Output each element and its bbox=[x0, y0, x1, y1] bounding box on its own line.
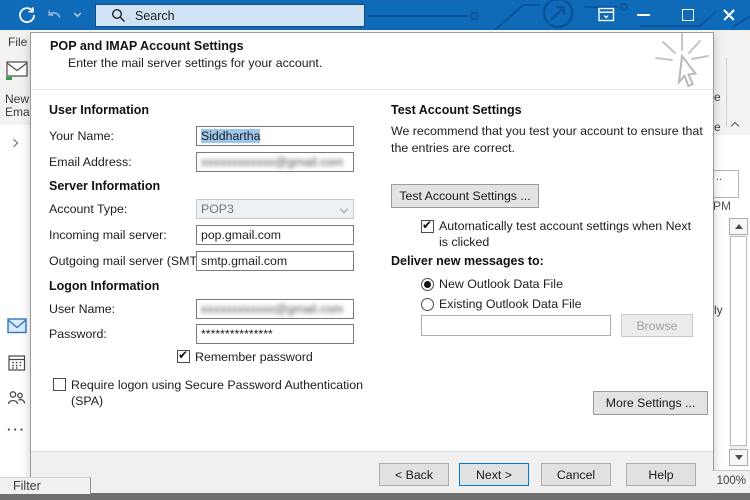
logon-information-heading: Logon Information bbox=[49, 279, 160, 293]
ribbon-right-fragment: e e bbox=[712, 30, 750, 135]
account-type-label: Account Type: bbox=[49, 202, 128, 216]
search-icon bbox=[111, 8, 125, 22]
test-account-settings-heading: Test Account Settings bbox=[391, 103, 522, 117]
password-value: *************** bbox=[201, 327, 273, 341]
maximize-button[interactable] bbox=[682, 9, 694, 21]
more-settings-button[interactable]: More Settings ... bbox=[593, 391, 708, 415]
password-label: Password: bbox=[49, 327, 107, 341]
send-receive-icon[interactable] bbox=[17, 5, 37, 25]
cancel-button[interactable]: Cancel bbox=[541, 463, 611, 486]
remember-password-checkbox[interactable] bbox=[177, 350, 190, 363]
status-filter-text: Filter bbox=[13, 479, 41, 493]
outgoing-server-input[interactable]: smtp.gmail.com bbox=[196, 251, 354, 271]
remember-password-label: Remember password bbox=[195, 350, 313, 364]
ribbon-cut-text-1: e bbox=[714, 90, 721, 104]
username-input[interactable]: xxxxxxxxxxxx@gmail.com bbox=[196, 299, 354, 319]
ribbon-group-divider bbox=[726, 58, 727, 126]
ribbon-display-options-icon[interactable] bbox=[598, 7, 615, 23]
deliver-heading: Deliver new messages to: bbox=[391, 254, 544, 268]
ribbon-cut-text-2: e bbox=[714, 120, 721, 134]
password-input[interactable]: *************** bbox=[196, 324, 354, 344]
window-bottom-edge bbox=[0, 493, 750, 500]
email-address-value: xxxxxxxxxxxx@gmail.com bbox=[201, 155, 344, 169]
undo-icon[interactable] bbox=[45, 6, 63, 24]
email-address-input[interactable]: xxxxxxxxxxxx@gmail.com bbox=[196, 152, 354, 172]
test-account-settings-description: We recommend that you test your account … bbox=[391, 124, 703, 155]
username-label: User Name: bbox=[49, 302, 116, 316]
expand-folder-pane-icon[interactable] bbox=[9, 138, 19, 148]
search-placeholder: Search bbox=[135, 8, 175, 23]
message-cut-text: ly bbox=[714, 303, 723, 317]
status-zoom-text: 100% bbox=[716, 475, 746, 487]
dropdown-chevron-icon bbox=[339, 204, 349, 214]
email-address-label: Email Address: bbox=[49, 155, 132, 169]
dialog-title: POP and IMAP Account Settings bbox=[50, 39, 244, 53]
spa-checkbox[interactable] bbox=[53, 378, 66, 391]
new-email-label-line1: New bbox=[5, 92, 30, 106]
minimize-button[interactable] bbox=[637, 14, 650, 16]
new-data-file-label: New Outlook Data File bbox=[439, 277, 563, 291]
scroll-up-button[interactable] bbox=[729, 218, 748, 235]
username-value: xxxxxxxxxxxx@gmail.com bbox=[201, 302, 344, 316]
search-input[interactable]: Search bbox=[95, 4, 365, 27]
existing-data-file-radio[interactable] bbox=[421, 298, 434, 311]
your-name-value: Siddhartha bbox=[201, 129, 261, 143]
your-name-input[interactable]: Siddhartha bbox=[196, 126, 354, 146]
people-nav-icon[interactable] bbox=[7, 390, 26, 406]
more-apps-icon[interactable]: ··· bbox=[7, 422, 26, 437]
new-data-file-radio[interactable] bbox=[421, 278, 434, 291]
back-button[interactable]: < Back bbox=[379, 463, 449, 486]
auto-test-checkbox[interactable] bbox=[421, 220, 434, 233]
new-email-label-line2: Email bbox=[5, 105, 30, 119]
outgoing-server-value: smtp.gmail.com bbox=[201, 254, 288, 268]
server-information-heading: Server Information bbox=[49, 179, 161, 193]
status-filter-segment: Filter bbox=[0, 477, 91, 494]
message-list-avatar-fragment: .. bbox=[711, 170, 739, 198]
mouse-cursor-click-icon bbox=[655, 33, 709, 88]
pop-imap-account-settings-dialog: POP and IMAP Account Settings Enter the … bbox=[30, 32, 714, 494]
file-tab[interactable]: File bbox=[8, 35, 27, 49]
incoming-server-label: Incoming mail server: bbox=[49, 228, 167, 242]
account-type-dropdown: POP3 bbox=[196, 199, 354, 219]
test-account-settings-button[interactable]: Test Account Settings ... bbox=[391, 184, 539, 208]
account-type-value: POP3 bbox=[201, 202, 234, 216]
ribbon-left-fragment: File New Email bbox=[0, 30, 30, 125]
help-button[interactable]: Help bbox=[626, 463, 696, 486]
dialog-subtitle: Enter the mail server settings for your … bbox=[68, 56, 323, 70]
status-zoom-control[interactable]: 100% bbox=[712, 470, 750, 493]
app-titlebar: Search bbox=[0, 0, 750, 30]
user-information-heading: User Information bbox=[49, 103, 150, 117]
close-button[interactable] bbox=[722, 8, 736, 22]
existing-data-file-label: Existing Outlook Data File bbox=[439, 297, 582, 311]
outgoing-server-label: Outgoing mail server (SMTP): bbox=[49, 254, 213, 268]
calendar-nav-icon[interactable] bbox=[8, 354, 26, 371]
scroll-down-button[interactable] bbox=[729, 449, 748, 466]
auto-test-label: Automatically test account settings when… bbox=[439, 219, 692, 250]
header-separator bbox=[31, 89, 713, 90]
incoming-server-value: pop.gmail.com bbox=[201, 228, 281, 242]
message-time: PM bbox=[713, 199, 731, 213]
next-button[interactable]: Next > bbox=[459, 463, 529, 486]
your-name-label: Your Name: bbox=[49, 129, 114, 143]
scrollbar-thumb[interactable] bbox=[730, 236, 747, 446]
browse-button: Browse bbox=[621, 314, 693, 337]
new-email-icon[interactable] bbox=[6, 60, 30, 82]
spa-label: Require logon using Secure Password Auth… bbox=[71, 378, 364, 409]
incoming-server-input[interactable]: pop.gmail.com bbox=[196, 225, 354, 245]
data-file-path-input[interactable] bbox=[421, 315, 611, 336]
collapse-ribbon-icon[interactable] bbox=[730, 121, 740, 131]
mail-nav-icon[interactable] bbox=[7, 318, 27, 334]
